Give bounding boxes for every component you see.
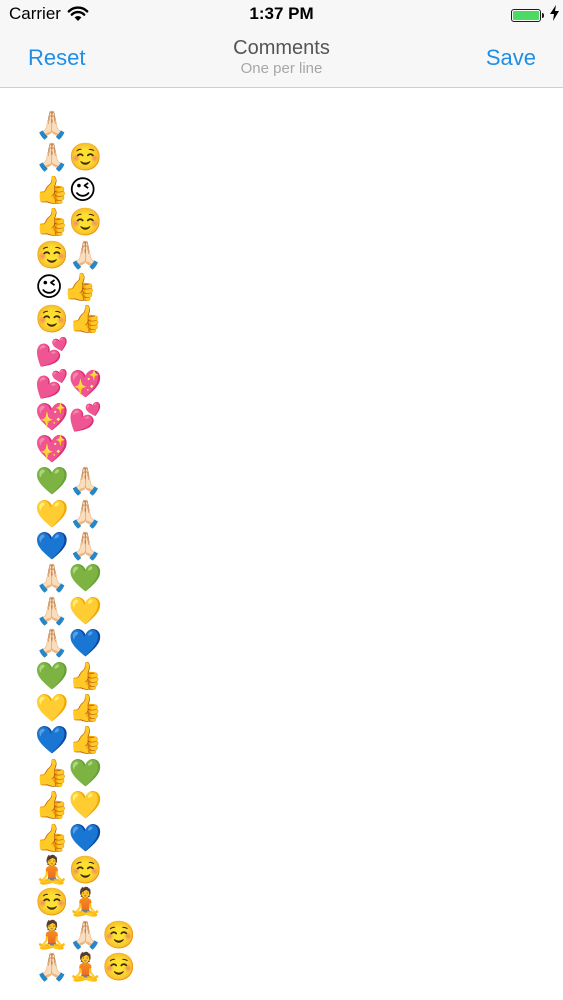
navigation-bar: Reset Comments One per line Save <box>0 30 563 88</box>
comment-line: ☺️🧘 <box>35 887 103 919</box>
comment-line: 💚👍 <box>35 660 103 692</box>
comment-line: 🧘🙏🏻☺️ <box>35 919 136 951</box>
comment-line: 🙏🏻☺️ <box>35 142 103 174</box>
comment-line: 💖 <box>35 433 69 465</box>
clock: 1:37 PM <box>249 4 314 23</box>
battery-cap <box>542 12 544 18</box>
comment-line: 💚🙏🏻 <box>35 466 103 498</box>
comment-line: 💖💕 <box>35 401 103 433</box>
save-button[interactable]: Save <box>486 44 536 72</box>
comment-line: 🧘☺️ <box>35 854 103 886</box>
comment-line: 👍💙 <box>35 822 103 854</box>
comment-line: 🙏🏻💛 <box>35 595 103 627</box>
comment-line: 🙏🏻 <box>35 110 69 141</box>
battery-body <box>511 8 541 22</box>
page-title: Comments <box>233 37 330 59</box>
comment-line: 🙏🏻🧘☺️ <box>35 952 136 984</box>
page-subtitle: One per line <box>240 60 323 77</box>
comment-line: 👍💛 <box>35 790 103 822</box>
comment-line: 💙👍 <box>35 725 103 757</box>
comment-line: 👍☺️ <box>35 207 103 239</box>
comment-line: 💛🙏🏻 <box>35 498 103 530</box>
charging-bolt-icon <box>550 5 559 25</box>
comment-line: ☺️👍 <box>35 304 103 336</box>
battery-icon <box>511 7 545 23</box>
comment-line: 👍😉 <box>35 174 97 206</box>
comment-line: 💛👍 <box>35 693 103 725</box>
comment-line: 💕💖 <box>35 369 103 401</box>
battery-fill <box>513 10 539 20</box>
comments-text-area[interactable]: 🙏🏻 🙏🏻☺️ 👍😉 👍☺️ ☺️🙏🏻 😉👍 ☺️👍 💕 💕💖 💖💕 💖 💚🙏🏻 💛🙏🏻 💙🙏🏻 🙏🏻💚 🙏🏻… <box>35 110 535 995</box>
comment-line: 💕 <box>35 336 69 368</box>
comment-line: 😉👍 <box>35 271 97 303</box>
comment-line: 🙏🏻💚 <box>35 563 103 595</box>
comment-line: 🙏🏻💙 <box>35 628 103 660</box>
nav-title-group: Comments One per line <box>0 36 563 78</box>
comment-line: 💙🙏🏻 <box>35 531 103 563</box>
status-bar: Carrier 1:37 PM <box>0 0 563 30</box>
comment-line: 👍💚 <box>35 757 103 789</box>
comment-line: ☺️🙏🏻 <box>35 239 103 271</box>
